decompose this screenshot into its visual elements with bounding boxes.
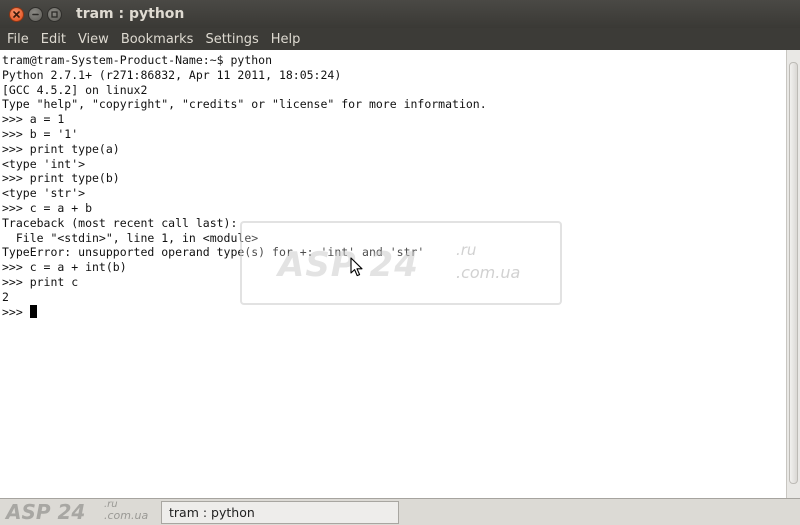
terminal-prompt-line[interactable]: >>> [0,304,786,320]
terminal-line: >>> c = a + b [2,200,93,215]
taskbar-watermark: ASP 24 .ru .com.ua [0,499,160,525]
terminal-line: <type 'str'> [2,186,86,201]
scrollbar-thumb[interactable] [789,62,798,484]
terminal-line: [GCC 4.5.2] on linux2 [2,82,148,97]
title-bar: tram : python [0,0,800,28]
window-title: tram : python [76,6,185,22]
taskbar-watermark-text: ASP 24 [6,500,86,524]
text-cursor [29,304,37,318]
menu-edit[interactable]: Edit [35,32,72,47]
menu-bookmarks[interactable]: Bookmarks [115,32,200,47]
watermark-subtext: .com.ua [456,263,521,282]
terminal-line: >>> a = 1 [2,112,65,127]
mouse-pointer-icon [350,257,363,277]
terminal-line: >>> print type(a) [2,141,120,156]
terminal-line: Python 2.7.1+ (r271:86832, Apr 11 2011, … [2,67,342,82]
menu-file[interactable]: File [0,32,35,47]
watermark-suffix: .ru [456,241,477,259]
taskbar-window-button[interactable]: tram : python [161,501,399,524]
watermark-text: ASP 24 [278,245,419,285]
terminal-line: Type "help", "copyright", "credits" or "… [2,97,487,112]
terminal-line: tram@tram-System-Product-Name:~$ python [2,53,273,67]
close-icon [13,10,20,18]
terminal-output[interactable]: tram@tram-System-Product-Name:~$ python … [0,50,786,498]
prompt-text: >>> [2,304,30,319]
terminal-line: >>> b = '1' [2,126,79,141]
menu-help[interactable]: Help [265,32,307,47]
minimize-icon [32,13,39,15]
menu-settings[interactable]: Settings [199,32,264,47]
taskbar-watermark-subtext: .com.ua [104,509,149,522]
taskbar: ASP 24 .ru .com.ua tram : python [0,498,800,525]
watermark: ASP 24 .ru .com.ua [240,221,562,305]
minimize-button[interactable] [28,6,43,22]
maximize-icon [51,10,58,18]
menu-view[interactable]: View [72,32,115,47]
close-button[interactable] [9,6,24,22]
vertical-scrollbar[interactable] [786,50,800,498]
taskbar-window-label: tram : python [169,505,255,520]
terminal-line: >>> print type(b) [2,171,120,186]
maximize-button[interactable] [47,6,62,22]
menu-bar: File Edit View Bookmarks Settings Help [0,28,800,50]
terminal-line: <type 'int'> [2,156,86,171]
